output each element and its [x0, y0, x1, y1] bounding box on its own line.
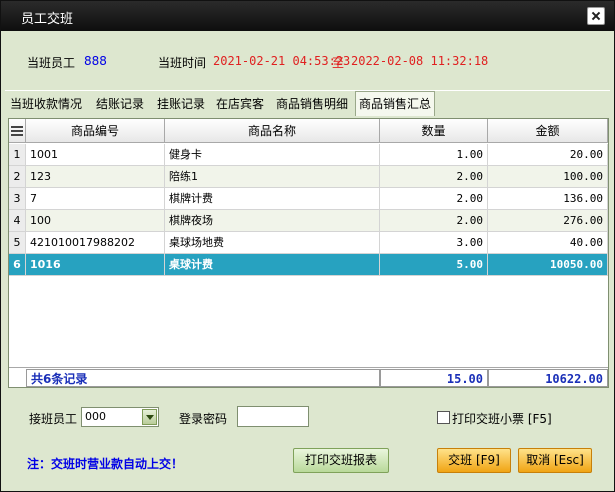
tab-sales-detail[interactable]: 商品销售明细: [273, 93, 351, 115]
employee-value: 888: [84, 54, 107, 68]
window-title: 员工交班: [21, 12, 74, 27]
time-end: 2022-02-08 11:32:18: [351, 54, 489, 68]
handover-window: 员工交班 当班员工 888 当班时间 2021-02-21 04:53:23 至…: [0, 0, 615, 492]
print-report-button[interactable]: 打印交班报表: [293, 448, 389, 473]
amount-cell: 40.00: [488, 232, 608, 254]
col-header-code[interactable]: 商品编号: [26, 119, 165, 143]
product-name-cell: 陪练1: [165, 166, 380, 188]
handover-note: 注：交班时营业款自动上交！: [27, 457, 184, 471]
table-row[interactable]: 5 421010017988202 桌球场地费 3.00 40.00: [9, 232, 608, 254]
employee-label: 当班员工: [27, 56, 76, 70]
product-code-cell: 7: [26, 188, 165, 210]
row-index: 3: [9, 188, 26, 210]
amount-cell: 136.00: [488, 188, 608, 210]
title-bar: 员工交班: [1, 1, 614, 31]
col-header-name[interactable]: 商品名称: [165, 119, 380, 143]
next-employee-select[interactable]: 000: [81, 407, 159, 427]
product-name-cell: 桌球场地费: [165, 232, 380, 254]
product-name-cell: 桌球计费: [165, 254, 380, 276]
row-index: 5: [9, 232, 26, 254]
tab-shift-collections[interactable]: 当班收款情况: [7, 93, 85, 115]
print-slip-checkbox[interactable]: [437, 411, 450, 424]
table-row[interactable]: 6 1016 桌球计费 5.00 10050.00: [9, 254, 608, 276]
amount-cell: 276.00: [488, 210, 608, 232]
amount-cell: 20.00: [488, 144, 608, 166]
row-index: 4: [9, 210, 26, 232]
time-start: 2021-02-21 04:53:23: [213, 54, 351, 68]
col-header-amount[interactable]: 金额: [488, 119, 608, 143]
next-employee-label: 接班员工: [29, 412, 78, 426]
product-name-cell: 健身卡: [165, 144, 380, 166]
handover-button[interactable]: 交班 [F9]: [437, 448, 511, 473]
qty-cell: 2.00: [380, 166, 488, 188]
table-row[interactable]: 1 1001 健身卡 1.00 20.00: [9, 144, 608, 166]
row-index-header-icon: [9, 119, 26, 143]
tab-checkout-records[interactable]: 结账记录: [93, 93, 147, 115]
shift-info: 当班员工 888 当班时间 2021-02-21 04:53:23 至 2022…: [1, 31, 614, 91]
table-row[interactable]: 2 123 陪练1 2.00 100.00: [9, 166, 608, 188]
grid-footer: 共6条记录 15.00 10622.00: [9, 367, 608, 387]
print-slip-label: 打印交班小票 [F5]: [452, 412, 552, 426]
product-code-cell: 1001: [26, 144, 165, 166]
divider: [5, 90, 610, 91]
tab-credit-records[interactable]: 挂账记录: [154, 93, 208, 115]
product-code-cell: 421010017988202: [26, 232, 165, 254]
close-icon[interactable]: [587, 7, 605, 25]
row-index: 2: [9, 166, 26, 188]
row-index: 1: [9, 144, 26, 166]
qty-cell: 2.00: [380, 188, 488, 210]
col-header-qty[interactable]: 数量: [380, 119, 488, 143]
qty-cell: 2.00: [380, 210, 488, 232]
qty-cell: 5.00: [380, 254, 488, 276]
amount-cell: 10050.00: [488, 254, 608, 276]
handover-panel: 接班员工 000 登录密码 打印交班小票 [F5] 注：交班时营业款自动上交！ …: [1, 393, 614, 491]
tab-in-house-guests[interactable]: 在店宾客: [213, 93, 267, 115]
product-name-cell: 棋牌夜场: [165, 210, 380, 232]
record-count: 共6条记录: [26, 369, 380, 387]
chevron-down-icon[interactable]: [142, 409, 157, 425]
table-row[interactable]: 3 7 棋牌计费 2.00 136.00: [9, 188, 608, 210]
next-employee-value: 000: [85, 410, 106, 423]
sales-summary-grid: 商品编号 商品名称 数量 金额 1 1001 健身卡 1.00 20.00 2 123 陪练1…: [8, 118, 609, 388]
amount-total: 10622.00: [488, 369, 608, 387]
tab-sales-summary[interactable]: 商品销售汇总: [355, 91, 436, 116]
password-label: 登录密码: [179, 412, 228, 426]
row-index: 6: [9, 254, 26, 276]
product-code-cell: 123: [26, 166, 165, 188]
qty-total: 15.00: [380, 369, 488, 387]
qty-cell: 1.00: [380, 144, 488, 166]
table-row[interactable]: 4 100 棋牌夜场 2.00 276.00: [9, 210, 608, 232]
cancel-button[interactable]: 取消 [Esc]: [518, 448, 592, 473]
time-separator: 至: [332, 56, 345, 70]
product-code-cell: 100: [26, 210, 165, 232]
amount-cell: 100.00: [488, 166, 608, 188]
product-code-cell: 1016: [26, 254, 165, 276]
product-name-cell: 棋牌计费: [165, 188, 380, 210]
time-label: 当班时间: [158, 56, 207, 70]
password-input[interactable]: [237, 406, 309, 427]
qty-cell: 3.00: [380, 232, 488, 254]
